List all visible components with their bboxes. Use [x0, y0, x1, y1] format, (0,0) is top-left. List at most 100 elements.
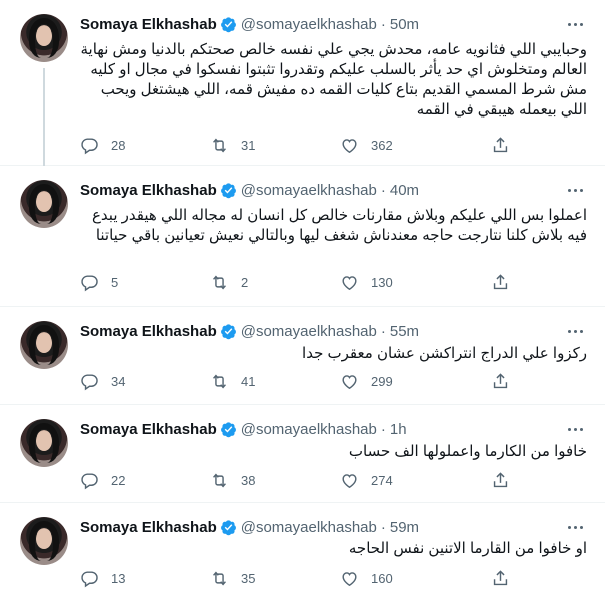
timestamp[interactable]: 55m	[390, 323, 419, 340]
reply-count: 13	[111, 570, 126, 586]
tweet-text: اعملوا بس اللي عليكم وبلاش مقارنات خالص …	[91, 207, 587, 244]
separator: ·	[380, 420, 386, 438]
separator: ·	[380, 518, 386, 536]
handle[interactable]: @somayaelkhashab	[241, 421, 377, 438]
share-icon[interactable]	[491, 569, 510, 588]
verified-badge-icon	[220, 182, 236, 198]
tweet[interactable]: Somaya Elkhashab @somayaelkhashab · 1h خ…	[0, 405, 605, 503]
avatar[interactable]	[20, 14, 68, 62]
handle[interactable]: @somayaelkhashab	[241, 182, 377, 199]
timestamp[interactable]: 1h	[390, 421, 407, 438]
more-icon[interactable]	[565, 321, 585, 341]
more-icon[interactable]	[565, 14, 585, 34]
retweet-icon	[213, 274, 226, 290]
tweet-actions: 34 41 299	[80, 371, 510, 391]
retweet-button[interactable]: 38	[210, 471, 340, 490]
retweet-count: 2	[241, 274, 249, 290]
reply-icon	[81, 373, 98, 390]
like-button[interactable]: 274	[340, 471, 470, 490]
retweet-button[interactable]: 35	[210, 569, 340, 588]
reply-button[interactable]: 34	[80, 372, 210, 391]
like-icon	[342, 571, 357, 586]
tweet-actions: 28 31 362	[80, 135, 510, 155]
more-icon[interactable]	[565, 180, 585, 200]
tweet-header: Somaya Elkhashab @somayaelkhashab · 50m	[80, 14, 419, 34]
tweet-text: او خافوا من القارما الاتنين نفس الحاجه	[348, 540, 587, 557]
tweet-actions: 5 2 130	[80, 272, 510, 292]
display-name[interactable]: Somaya Elkhashab	[80, 421, 217, 438]
reply-count: 5	[111, 274, 119, 290]
retweet-icon	[213, 472, 226, 488]
retweet-count: 38	[241, 472, 256, 488]
tweet-header: Somaya Elkhashab @somayaelkhashab · 40m	[80, 180, 419, 200]
timestamp[interactable]: 50m	[390, 16, 419, 33]
retweet-count: 41	[241, 373, 256, 389]
retweet-count: 35	[241, 570, 256, 586]
share-icon[interactable]	[491, 273, 510, 292]
separator: ·	[380, 15, 386, 33]
share-icon[interactable]	[491, 471, 510, 490]
separator: ·	[380, 181, 386, 199]
tweet-header: Somaya Elkhashab @somayaelkhashab · 55m	[80, 321, 419, 341]
tweet-header: Somaya Elkhashab @somayaelkhashab · 1h	[80, 419, 407, 439]
display-name[interactable]: Somaya Elkhashab	[80, 16, 217, 33]
share-icon[interactable]	[491, 372, 510, 391]
display-name[interactable]: Somaya Elkhashab	[80, 519, 217, 536]
tweet-actions: 13 35 160	[80, 568, 510, 588]
like-icon	[342, 374, 357, 389]
display-name[interactable]: Somaya Elkhashab	[80, 323, 217, 340]
reply-button[interactable]: 5	[80, 273, 210, 292]
like-button[interactable]: 362	[340, 136, 470, 155]
tweet[interactable]: Somaya Elkhashab @somayaelkhashab · 50m …	[0, 0, 605, 166]
like-icon	[342, 275, 357, 290]
thread-line	[43, 68, 45, 166]
handle[interactable]: @somayaelkhashab	[241, 16, 377, 33]
avatar[interactable]	[20, 180, 68, 228]
like-icon	[342, 473, 357, 488]
retweet-icon	[213, 373, 226, 389]
more-icon[interactable]	[565, 419, 585, 439]
tweet-header: Somaya Elkhashab @somayaelkhashab · 59m	[80, 517, 419, 537]
tweet-text: خافوا من الكارما واعملولها الف حساب	[348, 443, 587, 460]
like-count: 130	[371, 274, 393, 290]
verified-badge-icon	[220, 519, 236, 535]
verified-badge-icon	[220, 323, 236, 339]
timestamp[interactable]: 59m	[390, 519, 419, 536]
reply-icon	[81, 274, 98, 291]
verified-badge-icon	[220, 16, 236, 32]
reply-button[interactable]: 22	[80, 471, 210, 490]
avatar[interactable]	[20, 321, 68, 369]
like-icon	[342, 138, 357, 153]
display-name[interactable]: Somaya Elkhashab	[80, 182, 217, 199]
reply-count: 28	[111, 137, 126, 153]
reply-count: 22	[111, 472, 126, 488]
like-count: 160	[371, 570, 393, 586]
retweet-count: 31	[241, 137, 256, 153]
reply-count: 34	[111, 373, 126, 389]
tweet[interactable]: Somaya Elkhashab @somayaelkhashab · 40m …	[0, 166, 605, 307]
retweet-button[interactable]: 31	[210, 136, 340, 155]
retweet-button[interactable]: 41	[210, 372, 340, 391]
avatar[interactable]	[20, 419, 68, 467]
like-count: 362	[371, 137, 393, 153]
tweet-actions: 22 38 274	[80, 470, 510, 490]
tweet-text: وحبايبي اللي فثانويه عامه، محدش يجي علي …	[80, 41, 587, 118]
share-icon[interactable]	[491, 136, 510, 155]
retweet-button[interactable]: 2	[210, 273, 340, 292]
reply-button[interactable]: 13	[80, 569, 210, 588]
avatar[interactable]	[20, 517, 68, 565]
like-button[interactable]: 299	[340, 372, 470, 391]
handle[interactable]: @somayaelkhashab	[241, 323, 377, 340]
retweet-icon	[213, 570, 226, 586]
tweet[interactable]: Somaya Elkhashab @somayaelkhashab · 59m …	[0, 503, 605, 600]
timestamp[interactable]: 40m	[390, 182, 419, 199]
retweet-icon	[213, 137, 226, 153]
reply-button[interactable]: 28	[80, 136, 210, 155]
more-icon[interactable]	[565, 517, 585, 537]
like-count: 274	[371, 472, 393, 488]
like-button[interactable]: 160	[340, 569, 470, 588]
handle[interactable]: @somayaelkhashab	[241, 519, 377, 536]
tweet[interactable]: Somaya Elkhashab @somayaelkhashab · 55m …	[0, 307, 605, 405]
reply-icon	[81, 472, 98, 489]
like-button[interactable]: 130	[340, 273, 470, 292]
